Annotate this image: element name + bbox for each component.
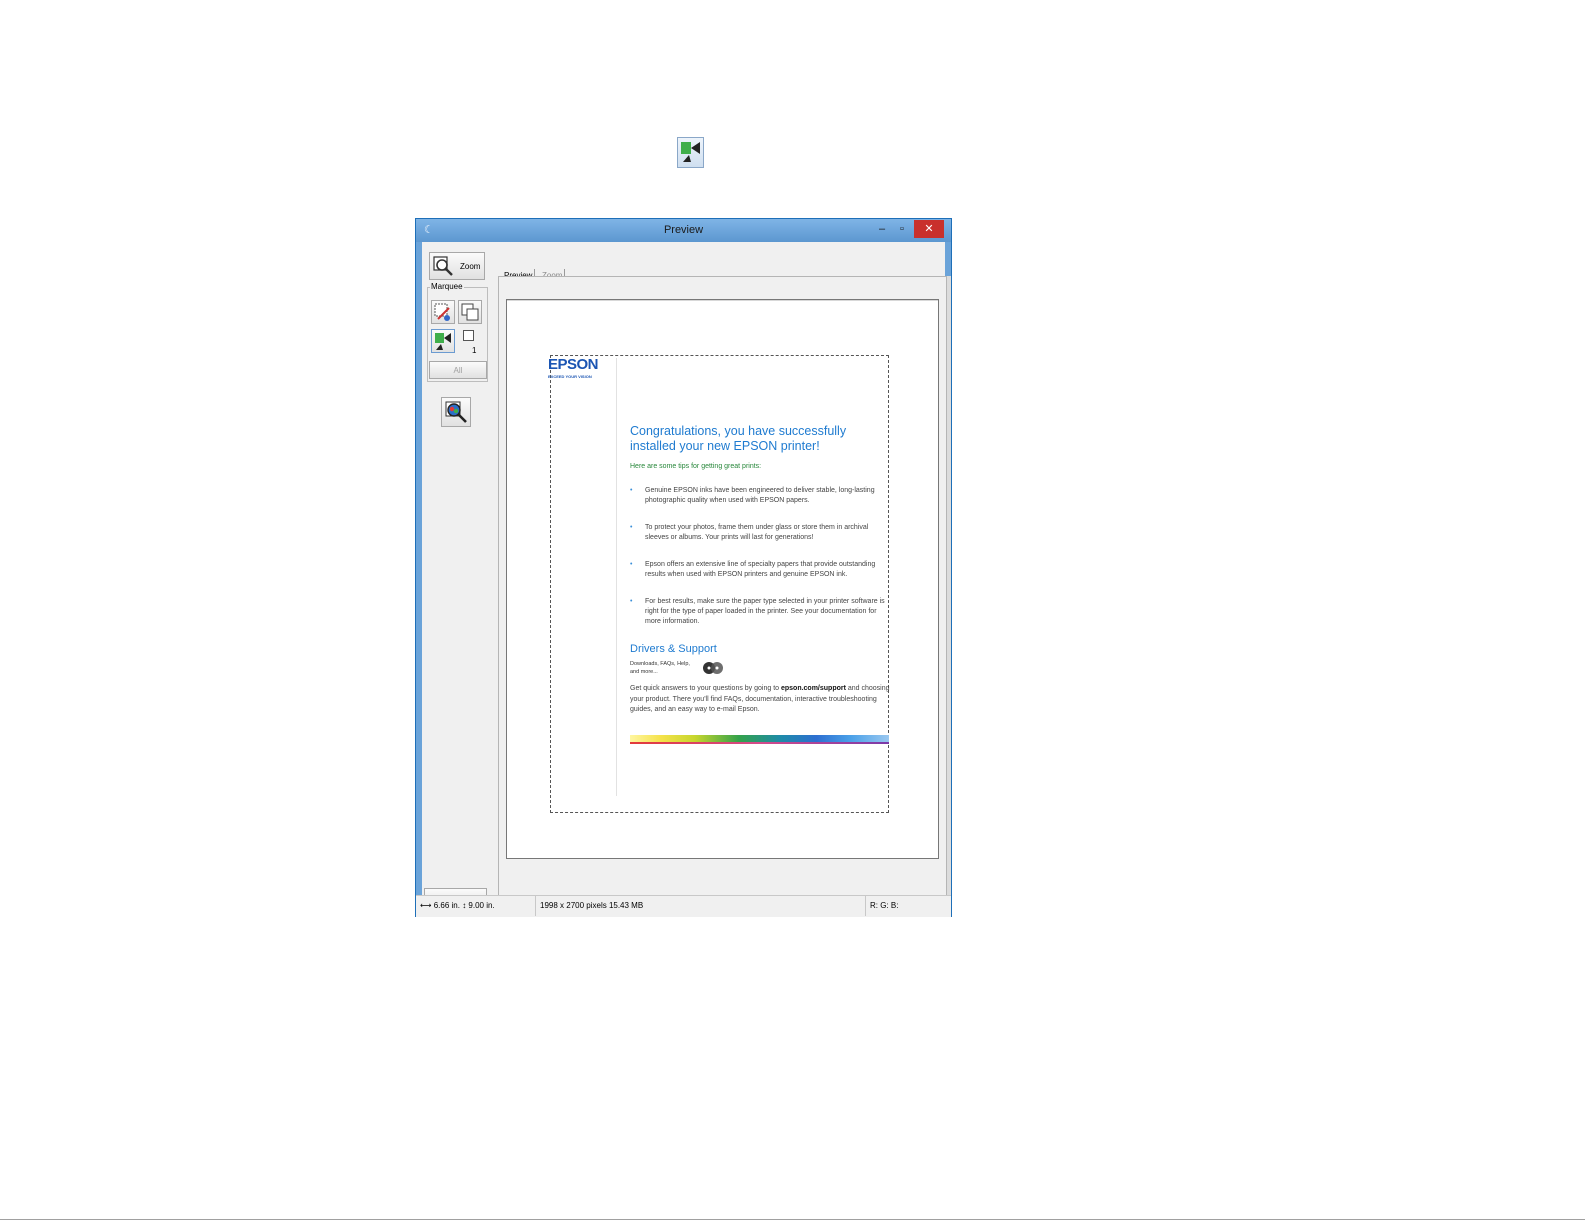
- maximize-button[interactable]: ▫: [894, 220, 910, 238]
- support-paragraph: Get quick answers to your questions by g…: [630, 684, 892, 716]
- list-item: To protect your photos, frame them under…: [630, 523, 892, 543]
- marquee-label: Marquee: [430, 282, 464, 291]
- auto-locate-icon: [435, 333, 451, 350]
- tips-list: Genuine EPSON inks have been engineered …: [630, 486, 892, 644]
- document-heading: Congratulations, you have successfully i…: [630, 424, 847, 453]
- status-height: 9.00 in.: [468, 901, 495, 910]
- disc-icon: [700, 661, 726, 680]
- preview-window: ☾ Preview – ▫ ✕ Zoom Marquee 1 All EPSON…: [415, 218, 952, 917]
- marquee-count-checkbox[interactable]: [463, 330, 474, 341]
- copy-marquee-icon: [461, 303, 479, 321]
- title-bar: ☾ Preview – ▫ ✕: [416, 219, 951, 242]
- document-divider: [616, 358, 617, 796]
- copy-marquee-button[interactable]: [458, 300, 482, 324]
- page-bottom-rule: [0, 1219, 1585, 1220]
- list-item: For best results, make sure the paper ty…: [630, 597, 892, 627]
- support-link: epson.com/support: [780, 685, 846, 692]
- minimize-button[interactable]: –: [874, 220, 890, 238]
- drivers-support-subtitle: Downloads, FAQs, Help, and more...: [630, 661, 690, 675]
- list-item: Genuine EPSON inks have been engineered …: [630, 486, 892, 506]
- zoom-button-label: Zoom: [460, 262, 481, 271]
- preview-canvas[interactable]: EPSON EXCEED YOUR VISION Congratulations…: [506, 299, 939, 859]
- color-spectrum-line: [630, 742, 889, 744]
- all-button[interactable]: All: [429, 361, 487, 379]
- client-area: Zoom Marquee 1 All EPSON EXCEED YOUR VIS…: [422, 242, 951, 916]
- status-width: 6.66 in.: [433, 901, 460, 910]
- close-button[interactable]: ✕: [914, 220, 944, 238]
- status-bar: ⟷ 6.66 in. ↕ 9.00 in. 1998 x 2700 pixels…: [416, 895, 951, 917]
- status-pixels: 1998 x 2700 pixels 15.43 MB: [536, 896, 866, 916]
- magnifier-icon: [433, 256, 455, 283]
- width-arrow-icon: ⟷: [420, 901, 432, 910]
- document-intro: Here are some tips for getting great pri…: [630, 463, 762, 470]
- delete-marquee-button[interactable]: [431, 300, 455, 324]
- status-dimensions: ⟷ 6.66 in. ↕ 9.00 in.: [416, 896, 536, 916]
- image-adjustment-button[interactable]: [441, 397, 471, 427]
- status-rgb: R: G: B:: [870, 901, 899, 910]
- zoom-button[interactable]: Zoom: [429, 252, 485, 280]
- window-title: Preview: [663, 224, 704, 236]
- marquee-count: 1: [472, 346, 477, 355]
- support-text-lead: Get quick answers to your questions by g…: [630, 685, 781, 692]
- color-magnifier-icon: [445, 401, 467, 423]
- epson-logo: EPSON: [548, 356, 599, 373]
- list-item: Epson offers an extensive line of specia…: [630, 560, 892, 580]
- delete-marquee-icon: [434, 303, 450, 321]
- drivers-support-title: Drivers & Support: [630, 643, 717, 655]
- color-spectrum-bar: [630, 735, 889, 742]
- canvas-edge: [507, 300, 938, 301]
- epson-tagline: EXCEED YOUR VISION: [548, 374, 592, 379]
- auto-locate-button[interactable]: [431, 329, 455, 353]
- auto-locate-icon: [677, 137, 704, 168]
- pane-edge: [947, 276, 951, 916]
- height-arrow-icon: ↕: [462, 901, 467, 910]
